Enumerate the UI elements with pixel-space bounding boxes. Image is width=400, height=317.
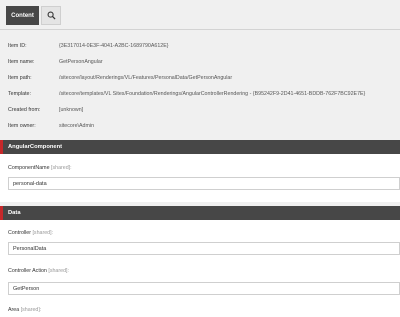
item-path-label: Item path: [8, 75, 32, 81]
controller-label: Controller [shared]: [8, 230, 53, 236]
section-title: Data [8, 210, 21, 216]
field-label-text: ComponentName [8, 165, 50, 171]
template-value[interactable]: /sitecore/templates/VL Sites/Foundation/… [59, 90, 365, 98]
area-label: Area [shared]: [8, 307, 41, 313]
template-label: Template: [8, 91, 31, 97]
controller-field[interactable] [8, 242, 400, 255]
section-title: AngularComponent [8, 144, 63, 150]
section-accent [0, 206, 3, 220]
created-from-label: Created from: [8, 107, 41, 113]
editor-tab-bar: Content [0, 0, 400, 30]
field-label-text: Area [8, 307, 20, 313]
item-id-label: Item ID: [8, 43, 27, 49]
search-icon [47, 11, 56, 20]
shared-tag: [shared]: [51, 165, 72, 171]
component-name-label: ComponentName [shared]: [8, 165, 72, 171]
section-accent [0, 140, 3, 154]
tab-content[interactable]: Content [6, 6, 39, 25]
item-owner-value: sitecore\Admin [59, 123, 95, 129]
shared-tag: [shared]: [32, 230, 54, 236]
shared-tag: [shared]: [20, 307, 42, 313]
field-label-text: Controller Action [8, 268, 47, 274]
controller-action-field[interactable] [8, 282, 400, 295]
item-info-panel: Item ID: {3E317014-0E3F-4041-A2BC-168979… [0, 30, 400, 135]
component-name-field[interactable] [8, 177, 400, 190]
controller-action-label: Controller Action [shared]: [8, 268, 69, 274]
shared-tag: [shared]: [48, 268, 69, 274]
section-header-angularcomponent[interactable]: AngularComponent [0, 140, 400, 154]
section-body-data: Controller [shared]: Controller Action [… [0, 220, 400, 317]
item-path-value: /sitecore/layout/Renderings/VL/Features/… [59, 75, 233, 81]
item-owner-label: Item owner: [8, 123, 36, 129]
created-from-value: [unknown] [59, 107, 84, 113]
item-id-value: {3E317014-0E3F-4041-A2BC-1689790A612E} [59, 43, 169, 49]
section-header-data[interactable]: Data [0, 206, 400, 220]
item-name-label: Item name: [8, 59, 35, 65]
section-body-angularcomponent: ComponentName [shared]: [0, 154, 400, 202]
field-label-text: Controller [8, 230, 31, 236]
item-name-value: GetPersonAngular [59, 59, 103, 65]
tab-search[interactable] [41, 6, 61, 25]
